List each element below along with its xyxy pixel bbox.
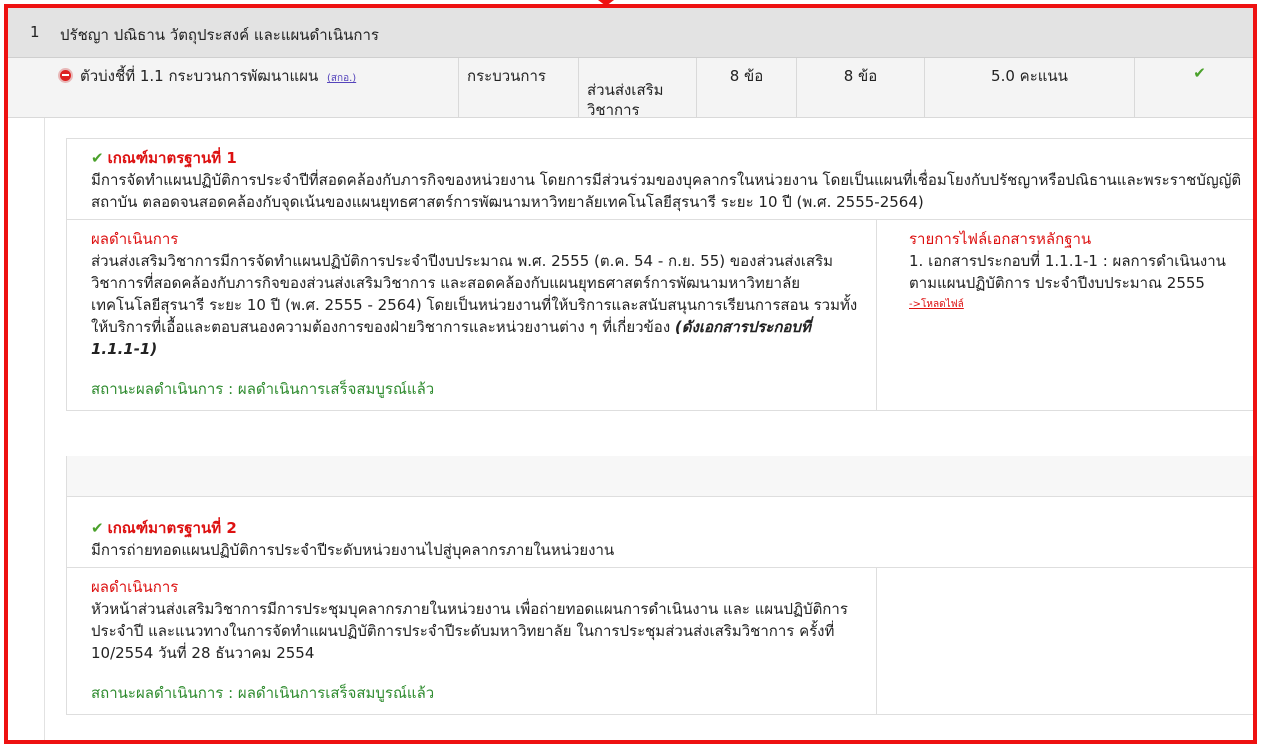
- criterion-1: ✔ เกณฑ์มาตรฐานที่ 1 มีการจัดทำแผนปฏิบัติก…: [66, 138, 1253, 411]
- spacer-band: [66, 456, 1253, 496]
- indicator-status-cell: ✔: [1134, 58, 1253, 118]
- section-header[interactable]: 1 ปรัชญา ปณิธาน วัตถุประสงค์ และแผนดำเนิ…: [8, 8, 1253, 58]
- criterion-2: ✔ เกณฑ์มาตรฐานที่ 2 มีการถ่ายทอดแผนปฏิบัต…: [66, 496, 1253, 715]
- indicator-row[interactable]: ตัวบ่งชี้ที่ 1.1 กระบวนการพัฒนาแผน (สกอ.…: [8, 58, 1253, 119]
- indicator-score-cell: 5.0 คะแนน: [924, 58, 1134, 118]
- criterion-1-title: เกณฑ์มาตรฐานที่ 1: [107, 149, 237, 167]
- criterion-1-body: ผลดำเนินการ ส่วนส่งเสริมวิชาการมีการจัดท…: [67, 220, 1253, 410]
- highlight-frame: 1 ปรัชญา ปณิธาน วัตถุประสงค์ และแผนดำเนิ…: [4, 4, 1257, 744]
- indicator-type-cell: กระบวนการ: [458, 58, 578, 118]
- indicator-tag-link[interactable]: (สกอ.): [327, 73, 356, 84]
- criterion-2-body: ผลดำเนินการ หัวหน้าส่วนส่งเสริมวิชาการมี…: [67, 568, 1253, 714]
- result-text-wrap: ส่วนส่งเสริมวิชาการมีการจัดทำแผนปฏิบัติก…: [91, 250, 860, 360]
- indicator-target: 8 ข้อ: [729, 67, 764, 85]
- criterion-1-description: มีการจัดทำแผนปฏิบัติการประจำปีที่สอดคล้อ…: [91, 171, 1242, 211]
- criterion-2-description: มีการถ่ายทอดแผนปฏิบัติการประจำปีระดับหน่…: [91, 541, 615, 559]
- section-title: ปรัชญา ปณิธาน วัตถุประสงค์ และแผนดำเนินก…: [60, 26, 379, 44]
- check-icon: ✔: [1193, 64, 1206, 82]
- result-label: ผลดำเนินการ: [91, 230, 179, 248]
- criterion-1-header: ✔ เกณฑ์มาตรฐานที่ 1 มีการจัดทำแผนปฏิบัติก…: [67, 139, 1253, 220]
- indicator-target-cell: 8 ข้อ: [696, 58, 796, 118]
- indicator-unit-cell: ส่วนส่งเสริม วิชาการ: [578, 58, 696, 119]
- criterion-1-title-wrap: ✔ เกณฑ์มาตรฐานที่ 1: [91, 147, 1253, 169]
- indicator-score: 5.0 คะแนน: [991, 67, 1068, 85]
- file-item: 1. เอกสารประกอบที่ 1.1.1-1 : ผลการดำเนิน…: [909, 252, 1226, 292]
- collapse-icon[interactable]: [58, 68, 73, 83]
- indicator-achieved-cell: 8 ข้อ: [796, 58, 924, 118]
- highlight-arrow: [598, 0, 614, 6]
- check-icon: ✔: [91, 149, 104, 167]
- criterion-1-files: รายการไฟล์เอกสารหลักฐาน 1. เอกสารประกอบท…: [909, 228, 1249, 316]
- result-status: สถานะผลดำเนินการ : ผลดำเนินการเสร็จสมบูร…: [91, 684, 435, 702]
- indicator-achieved: 8 ข้อ: [843, 67, 878, 85]
- files-label: รายการไฟล์เอกสารหลักฐาน: [909, 230, 1092, 248]
- result-status: สถานะผลดำเนินการ : ผลดำเนินการเสร็จสมบูร…: [91, 380, 435, 398]
- indicator-label: ตัวบ่งชี้ที่ 1.1 กระบวนการพัฒนาแผน: [80, 67, 319, 85]
- left-gutter: [8, 118, 45, 740]
- indicator-unit: ส่วนส่งเสริม วิชาการ: [587, 81, 664, 119]
- section-number: 1: [30, 23, 40, 41]
- criterion-2-result: ผลดำเนินการ หัวหน้าส่วนส่งเสริมวิชาการมี…: [67, 568, 877, 714]
- criterion-1-result: ผลดำเนินการ ส่วนส่งเสริมวิชาการมีการจัดท…: [67, 220, 877, 410]
- result-text: หัวหน้าส่วนส่งเสริมวิชาการมีการประชุมบุค…: [91, 600, 848, 662]
- criterion-2-title-wrap: ✔ เกณฑ์มาตรฐานที่ 2: [91, 517, 1253, 539]
- result-label: ผลดำเนินการ: [91, 578, 179, 596]
- download-link[interactable]: ->โหลดไฟล์: [909, 294, 1249, 316]
- criterion-2-header: ✔ เกณฑ์มาตรฐานที่ 2 มีการถ่ายทอดแผนปฏิบัต…: [67, 497, 1253, 568]
- indicator-type: กระบวนการ: [467, 67, 546, 85]
- indicator-label-wrap: ตัวบ่งชี้ที่ 1.1 กระบวนการพัฒนาแผน (สกอ.…: [80, 64, 356, 88]
- criterion-2-title: เกณฑ์มาตรฐานที่ 2: [107, 519, 237, 537]
- check-icon: ✔: [91, 519, 104, 537]
